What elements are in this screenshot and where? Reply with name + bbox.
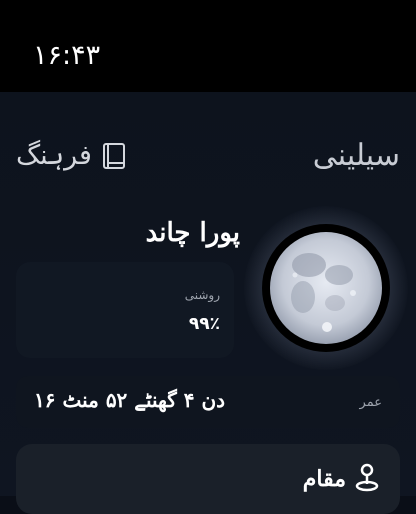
illumination-label: روشنی — [184, 288, 220, 302]
status-bar: ۱۶:۴۳ — [0, 0, 416, 92]
status-time: ۱۶:۴۳ — [33, 40, 101, 71]
full-moon-icon — [270, 232, 382, 344]
location-label: مقام — [302, 466, 346, 492]
moon-phase-name: پورا چاند — [145, 218, 240, 248]
moon-age-card: عمر ۱۶ دن ۴ گھنٹے ۵۲ منٹ — [16, 376, 400, 428]
app-title: سیلینی — [312, 138, 400, 173]
illumination-card: روشنی ۹۹٪ — [16, 262, 234, 358]
location-pin-icon — [355, 463, 379, 492]
moon-glow — [244, 206, 408, 370]
location-card[interactable]: مقام — [16, 444, 400, 514]
book-icon — [102, 142, 125, 169]
moon-age-value: ۱۶ دن ۴ گھنٹے ۵۲ منٹ — [34, 388, 226, 412]
moon-age-label: عمر — [359, 395, 382, 410]
glossary-button[interactable]: فرہنگ — [16, 140, 126, 171]
glossary-label: فرہنگ — [16, 140, 92, 171]
illumination-value: ۹۹٪ — [188, 314, 220, 334]
moon-image-frame — [262, 224, 390, 352]
